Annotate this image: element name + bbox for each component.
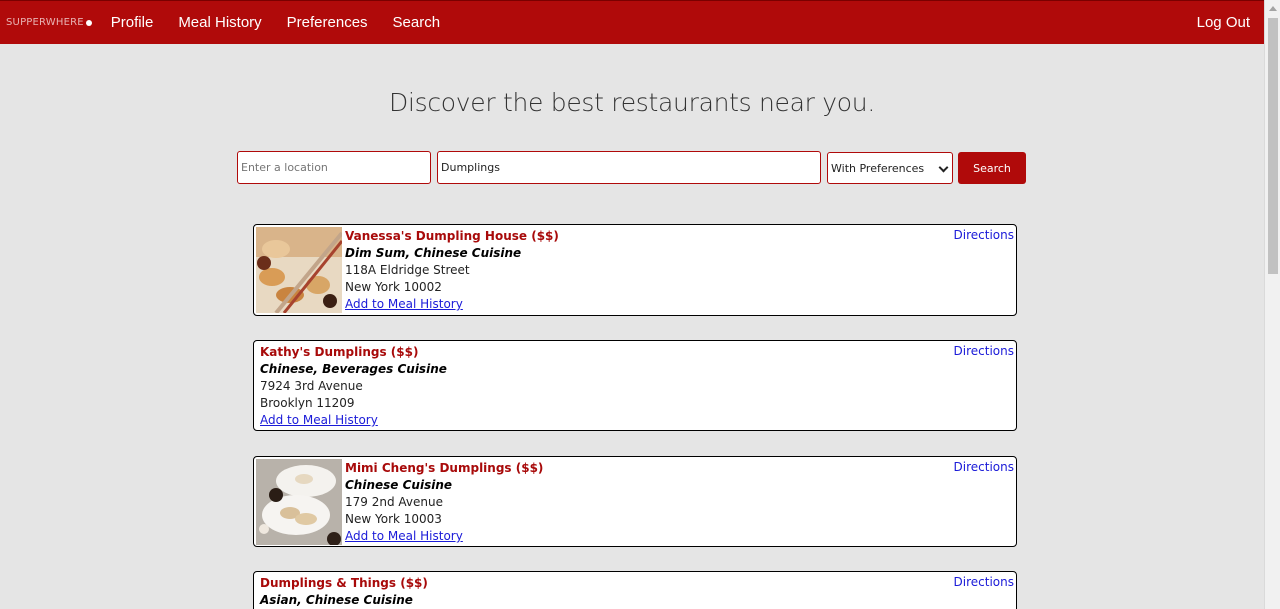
- restaurant-name: Dumplings & Things ($$): [260, 576, 428, 590]
- search-button[interactable]: Search: [958, 152, 1026, 184]
- chevron-down-icon: [938, 162, 949, 173]
- restaurant-city: New York 10003: [345, 512, 442, 526]
- restaurant-cuisine: Chinese, Beverages Cuisine: [260, 362, 447, 376]
- restaurant-info: Mimi Cheng's Dumplings ($$) Chinese Cuis…: [345, 460, 543, 545]
- nav-preferences-link[interactable]: Preferences: [287, 14, 368, 31]
- restaurant-info: Kathy's Dumplings ($$) Chinese, Beverage…: [260, 344, 447, 429]
- directions-link[interactable]: Directions: [954, 344, 1014, 358]
- restaurant-card: Dumplings & Things ($$) Asian, Chinese C…: [253, 571, 1017, 609]
- restaurant-street: 7924 3rd Avenue: [260, 379, 363, 393]
- restaurant-info: Vanessa's Dumpling House ($$) Dim Sum, C…: [345, 228, 559, 313]
- restaurant-card: Vanessa's Dumpling House ($$) Dim Sum, C…: [253, 224, 1017, 316]
- food-search-input[interactable]: [437, 151, 821, 184]
- brand-text: SUPPERWHERE: [6, 17, 84, 28]
- preferences-select-value: With Preferences: [831, 161, 925, 175]
- restaurant-street: 179 2nd Avenue: [345, 495, 443, 509]
- nav-search-link[interactable]: Search: [393, 14, 441, 31]
- restaurant-card: Kathy's Dumplings ($$) Chinese, Beverage…: [253, 340, 1017, 431]
- restaurant-name: Mimi Cheng's Dumplings ($$): [345, 461, 544, 475]
- restaurant-street: 118A Eldridge Street: [345, 263, 470, 277]
- restaurant-cuisine: Asian, Chinese Cuisine: [260, 593, 413, 607]
- brand-dot-icon: [85, 19, 92, 26]
- add-to-meal-history-link[interactable]: Add to Meal History: [345, 528, 543, 545]
- restaurant-card: Mimi Cheng's Dumplings ($$) Chinese Cuis…: [253, 456, 1017, 547]
- location-input[interactable]: [237, 151, 431, 184]
- scroll-up-arrow-icon[interactable]: [1265, 0, 1280, 16]
- directions-link[interactable]: Directions: [954, 228, 1014, 242]
- directions-link[interactable]: Directions: [954, 460, 1014, 474]
- add-to-meal-history-link[interactable]: Add to Meal History: [260, 412, 447, 429]
- logout-link[interactable]: Log Out: [1197, 14, 1250, 31]
- restaurant-name: Kathy's Dumplings ($$): [260, 345, 419, 359]
- scrollbar-thumb[interactable]: [1268, 18, 1278, 274]
- restaurant-info: Dumplings & Things ($$) Asian, Chinese C…: [260, 575, 428, 609]
- restaurant-cuisine: Dim Sum, Chinese Cuisine: [345, 246, 522, 260]
- restaurant-city: New York 10002: [345, 280, 442, 294]
- brand-logo[interactable]: SUPPERWHERE: [6, 17, 92, 28]
- preferences-select[interactable]: With Preferences: [827, 152, 953, 184]
- nav-meal-history-link[interactable]: Meal History: [178, 14, 261, 31]
- restaurant-city: Brooklyn 11209: [260, 396, 355, 410]
- top-navbar: SUPPERWHERE Profile Meal History Prefere…: [0, 0, 1264, 44]
- restaurant-photo: [256, 459, 342, 545]
- restaurant-name: Vanessa's Dumpling House ($$): [345, 229, 559, 243]
- add-to-meal-history-link[interactable]: Add to Meal History: [345, 296, 559, 313]
- page-headline: Discover the best restaurants near you.: [389, 88, 875, 117]
- directions-link[interactable]: Directions: [954, 575, 1014, 589]
- restaurant-cuisine: Chinese Cuisine: [345, 478, 453, 492]
- nav-profile-link[interactable]: Profile: [111, 14, 154, 31]
- restaurant-photo: [256, 227, 342, 313]
- vertical-scrollbar[interactable]: [1264, 0, 1280, 609]
